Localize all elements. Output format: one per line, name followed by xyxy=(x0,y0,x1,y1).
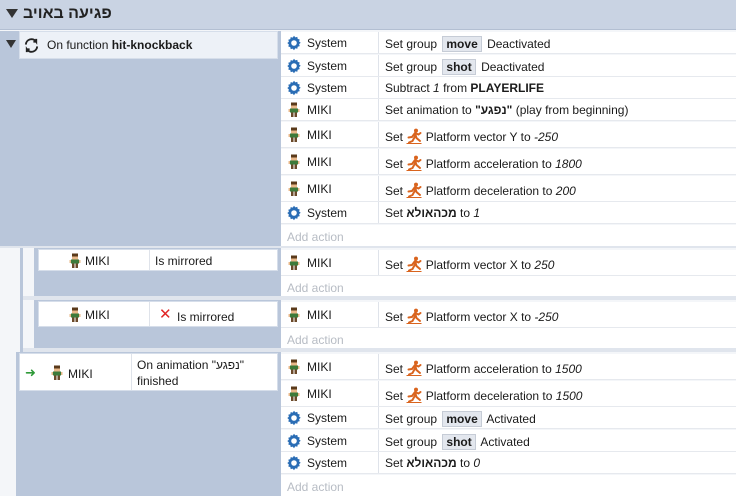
action-row[interactable]: MIKI Set animation to "נפגע" (play from … xyxy=(281,99,736,121)
platform-behavior-icon xyxy=(406,360,422,376)
condition-text: On function xyxy=(47,38,109,52)
trigger-arrow-icon: ➜ xyxy=(25,365,36,380)
action-row[interactable]: MIKI Set Platform acceleration to 1500 xyxy=(281,354,736,380)
condition-area[interactable] xyxy=(38,391,278,496)
platform-behavior-icon xyxy=(406,308,422,324)
sprite-icon xyxy=(67,253,83,269)
condition-on-function[interactable]: On function hit-knockback xyxy=(19,31,278,59)
function-loop-icon xyxy=(23,37,40,54)
sprite-icon xyxy=(286,154,302,170)
add-action-link[interactable]: Add action xyxy=(281,225,736,246)
add-action-link[interactable]: Add action xyxy=(281,475,736,496)
sprite-icon xyxy=(286,359,302,375)
action-row[interactable]: System Subtract 1 from PLAYERLIFE xyxy=(281,77,736,99)
condition-not-mirrored[interactable]: MIKI ✕ Is mirrored xyxy=(38,301,278,327)
platform-behavior-icon xyxy=(406,128,422,144)
action-row[interactable]: System Set group shot Activated xyxy=(281,430,736,452)
event-collapse-icon[interactable] xyxy=(6,40,16,48)
platform-behavior-icon xyxy=(406,256,422,272)
action-row[interactable]: System Set מכהאולא to 1 xyxy=(281,202,736,224)
action-row[interactable]: MIKI Set Platform acceleration to 1800 xyxy=(281,149,736,175)
group-tag: shot xyxy=(442,434,476,450)
action-row[interactable]: MIKI Set Platform deceleration to 200 xyxy=(281,176,736,202)
gear-icon xyxy=(286,410,302,426)
action-row[interactable]: System Set מכהאולא to 0 xyxy=(281,452,736,474)
sprite-icon xyxy=(286,181,302,197)
group-title: פגיעה באויב xyxy=(23,5,112,22)
platform-behavior-icon xyxy=(406,155,422,171)
add-action-link[interactable]: Add action xyxy=(281,328,736,348)
gear-icon xyxy=(286,58,302,74)
gear-icon xyxy=(286,433,302,449)
group-tag: move xyxy=(442,411,482,427)
action-row[interactable]: System Set group shot Deactivated xyxy=(281,55,736,77)
condition-is-mirrored[interactable]: MIKI Is mirrored xyxy=(38,249,278,271)
gear-icon xyxy=(286,80,302,96)
gear-icon xyxy=(286,205,302,221)
sprite-icon xyxy=(286,255,302,271)
group-tag: shot xyxy=(442,59,476,75)
action-row[interactable]: MIKI Set Platform vector Y to -250 xyxy=(281,122,736,148)
add-action-link[interactable]: Add action xyxy=(281,276,736,296)
action-row[interactable]: MIKI Set Platform vector X to 250 xyxy=(281,250,736,276)
action-row[interactable]: MIKI Set Platform vector X to -250 xyxy=(281,302,736,328)
sprite-icon xyxy=(67,307,83,323)
action-row[interactable]: MIKI Set Platform deceleration to 1500 xyxy=(281,381,736,407)
platform-behavior-icon xyxy=(406,387,422,403)
invert-x-icon: ✕ xyxy=(159,306,172,323)
group-tag: move xyxy=(442,36,482,52)
group-collapse-icon[interactable] xyxy=(6,9,18,18)
action-row[interactable]: System Set group move Activated xyxy=(281,407,736,429)
sprite-icon xyxy=(286,386,302,402)
condition-area[interactable] xyxy=(38,59,278,245)
sprite-icon xyxy=(286,102,302,118)
gear-icon xyxy=(286,455,302,471)
platform-behavior-icon xyxy=(406,182,422,198)
function-name: hit-knockback xyxy=(111,38,193,52)
gear-icon xyxy=(286,35,302,51)
sprite-icon xyxy=(286,127,302,143)
condition-animation-finished[interactable]: ➜ MIKI On animation "נפגע" finished xyxy=(19,353,278,391)
action-row[interactable]: System Set group move Deactivated xyxy=(281,32,736,54)
sprite-icon xyxy=(49,365,65,381)
sprite-icon xyxy=(286,307,302,323)
